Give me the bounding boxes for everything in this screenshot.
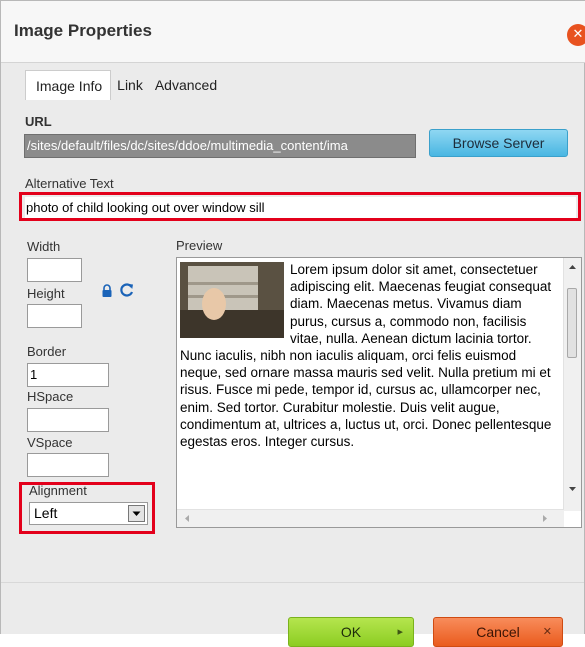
height-label: Height [27, 286, 65, 301]
url-input[interactable]: /sites/default/files/dc/sites/ddoe/multi… [24, 134, 416, 158]
scroll-thumb[interactable] [567, 288, 577, 358]
preview-vertical-scrollbar[interactable] [563, 258, 581, 511]
preview-horizontal-scrollbar[interactable] [177, 509, 564, 527]
alignment-value: Left [34, 505, 58, 521]
cancel-label: Cancel [476, 624, 520, 640]
tab-link[interactable]: Link [111, 70, 149, 100]
chevron-down-icon[interactable] [128, 505, 145, 522]
border-label: Border [27, 344, 67, 359]
arrow-right-icon: ▸ [397, 626, 403, 638]
preview-image [180, 262, 284, 338]
ok-label: OK [340, 624, 362, 640]
alt-text-label: Alternative Text [25, 176, 114, 191]
vspace-input[interactable] [27, 453, 109, 477]
cancel-button[interactable]: Cancel ✕ [433, 617, 563, 647]
hspace-input[interactable] [27, 408, 109, 432]
close-icon[interactable]: ✕ [567, 24, 585, 46]
dialog-title: Image Properties [14, 21, 152, 40]
image-properties-dialog: Image Properties ✕ Image Info Link Advan… [0, 0, 585, 647]
preview-label: Preview [176, 238, 223, 253]
tab-bar: Image Info Link Advanced [25, 70, 223, 101]
scroll-right-icon[interactable] [541, 514, 549, 523]
border-input[interactable]: 1 [27, 363, 109, 387]
lock-ratio-icon[interactable] [100, 284, 114, 298]
tab-advanced[interactable]: Advanced [149, 70, 223, 100]
scroll-left-icon[interactable] [183, 514, 191, 523]
vspace-label: VSpace [27, 435, 73, 450]
preview-content: Lorem ipsum dolor sit amet, consectetuer… [180, 261, 554, 450]
width-label: Width [27, 239, 61, 254]
tab-image-info[interactable]: Image Info [25, 70, 112, 101]
scroll-down-icon[interactable] [568, 485, 577, 493]
browse-server-button[interactable]: Browse Server [429, 129, 568, 157]
close-small-icon: ✕ [542, 626, 552, 638]
height-input[interactable] [27, 304, 82, 328]
alignment-select[interactable]: Left [29, 502, 148, 525]
alt-text-input[interactable]: photo of child looking out over window s… [25, 197, 576, 218]
scroll-up-icon[interactable] [568, 263, 577, 271]
width-input[interactable] [27, 258, 82, 282]
hspace-label: HSpace [27, 389, 74, 404]
url-label: URL [25, 114, 52, 129]
reset-size-icon[interactable] [118, 281, 136, 299]
ok-button[interactable]: OK ▸ [288, 617, 414, 647]
dialog-titlebar[interactable]: Image Properties [1, 1, 585, 63]
preview-pane[interactable]: Lorem ipsum dolor sit amet, consectetuer… [176, 257, 582, 528]
